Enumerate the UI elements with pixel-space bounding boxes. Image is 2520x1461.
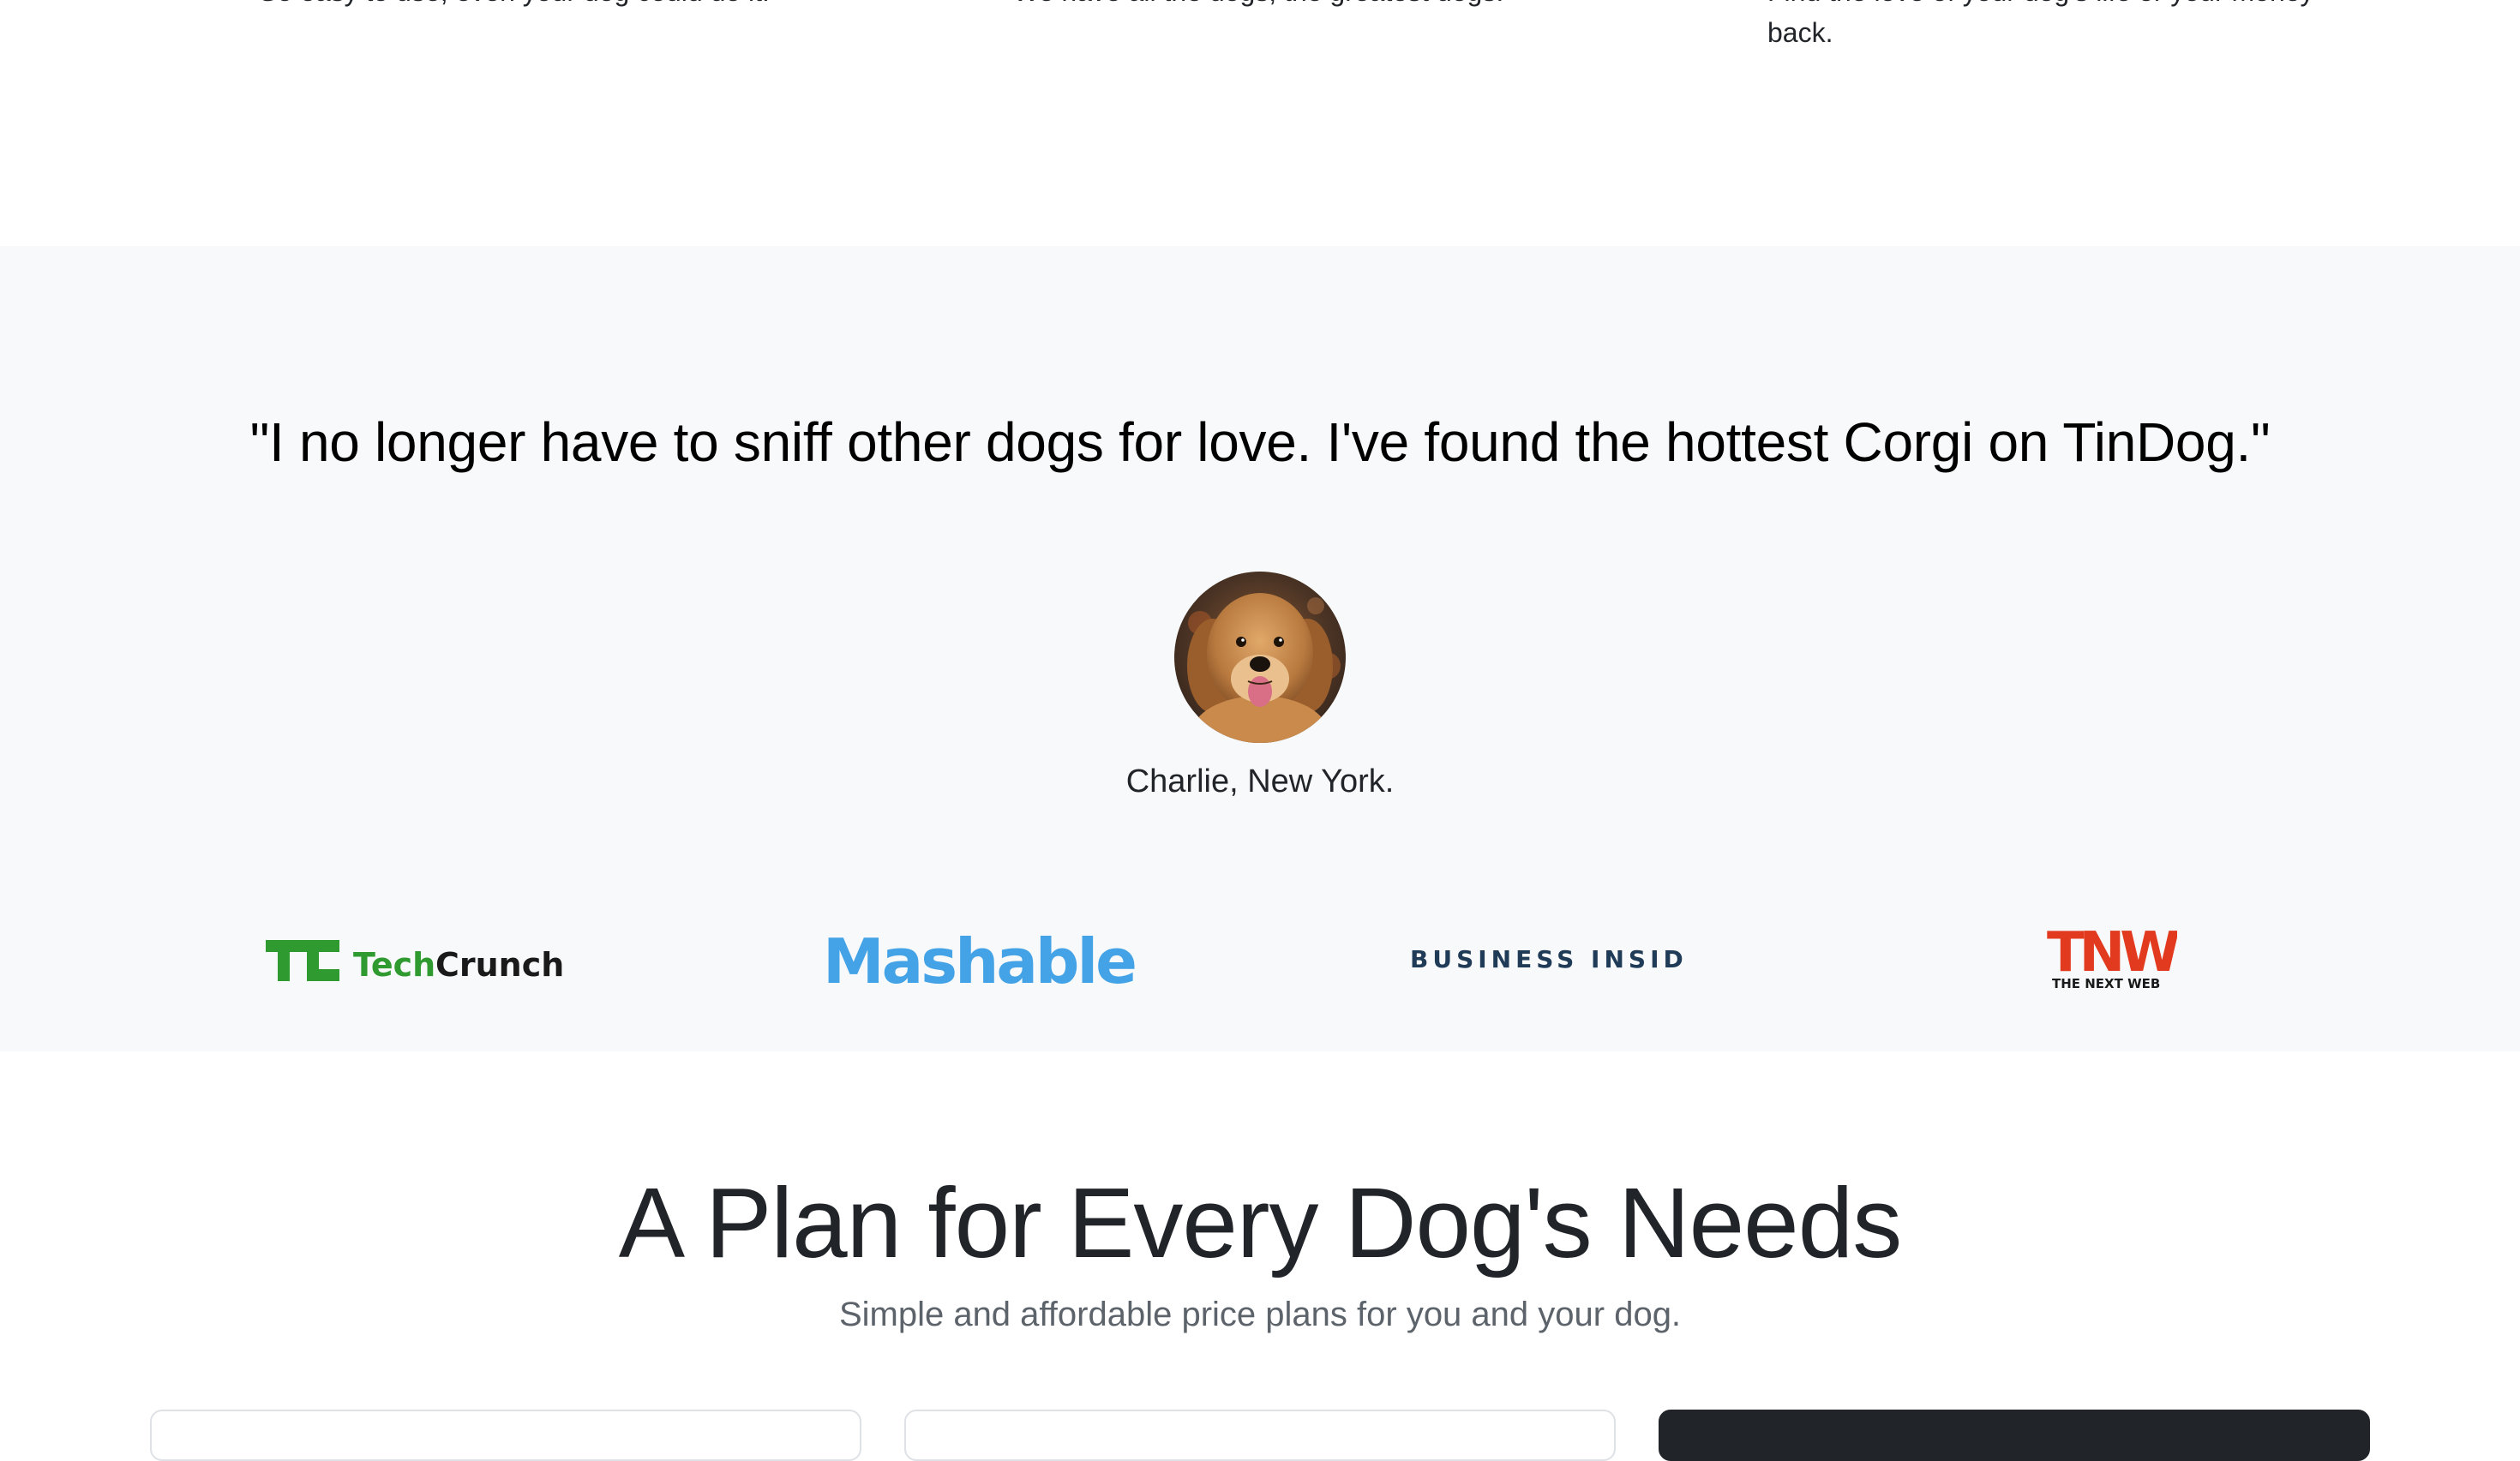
techcrunch-wordmark-tech: Tech: [353, 946, 435, 984]
tnw-wordmark: TNW: [2047, 921, 2177, 985]
pricing-section: A Plan for Every Dog's Needs Simple and …: [0, 1051, 2520, 1461]
feature-description-easy: So easy to use, even your dog could do i…: [259, 0, 910, 12]
business-insider-wordmark: BUSINESS INSIDER: [1410, 945, 1689, 973]
golden-retriever-icon: [1174, 572, 1346, 743]
testimonial-section: "I no longer have to sniff other dogs fo…: [0, 246, 2520, 1051]
feature-description-guarantee: Find the love of your dog's life or your…: [1767, 0, 2314, 48]
feature-description-elite: We have all the dogs, the greatest dogs.: [1013, 0, 1665, 12]
pricing-card-2: [904, 1410, 1616, 1461]
mashable-wordmark: Mashable: [823, 925, 1135, 997]
mashable-logo-icon: Mashable: [823, 925, 1137, 997]
pricing-card-3: [1659, 1410, 2370, 1461]
techcrunch-wordmark-crunch: Crunch: [435, 946, 564, 984]
testimonial-quote: "I no longer have to sniff other dogs fo…: [249, 411, 2271, 473]
testimonial-avatar: [1174, 572, 1346, 743]
tnw-tagline: THE NEXT WEB: [2052, 976, 2160, 991]
press-logo-tnw: TNW THE NEXT WEB: [2040, 906, 2177, 1009]
pricing-card-1: [150, 1410, 861, 1461]
features-section: So easy to use, even your dog could do i…: [0, 0, 2520, 246]
testimonial-attribution: Charlie, New York.: [1125, 763, 1395, 799]
techcrunch-logo-icon: Tech Crunch: [266, 940, 564, 984]
business-insider-logo-icon: BUSINESS INSIDER: [1410, 945, 1689, 973]
tnw-logo-icon: TNW THE NEXT WEB: [2047, 921, 2177, 991]
press-logo-mashable: Mashable: [814, 906, 1140, 1009]
press-logo-techcrunch: Tech Crunch: [257, 906, 574, 1009]
press-logo-business-insider: BUSINESS INSIDER: [1397, 906, 1689, 1009]
pricing-subtitle: Simple and affordable price plans for yo…: [838, 1296, 1682, 1333]
pricing-title: A Plan for Every Dog's Needs: [618, 1167, 1902, 1278]
